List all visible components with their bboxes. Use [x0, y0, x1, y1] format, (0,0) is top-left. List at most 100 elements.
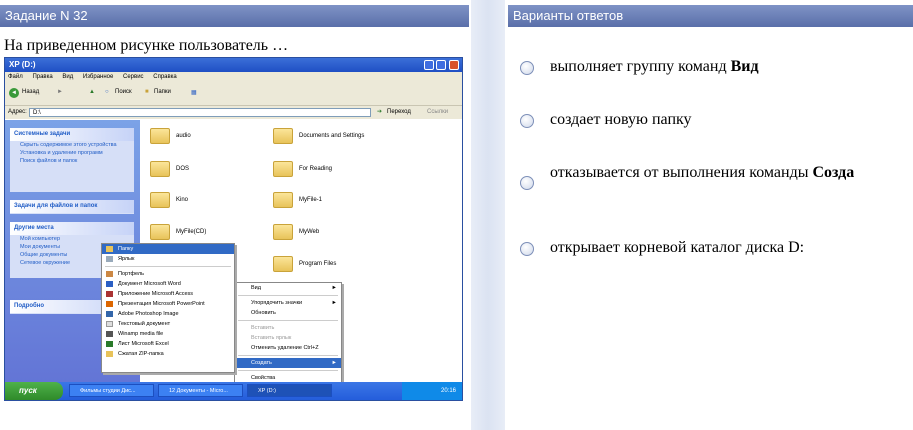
back-arrow-icon: ◄ [9, 88, 19, 98]
create-submenu: Папку Ярлык Портфель Документ Microsoft … [101, 243, 235, 373]
folder-icon [150, 192, 170, 208]
answer-option[interactable]: выполняет группу команд Вид [520, 58, 759, 76]
folder-icon [106, 246, 113, 252]
panel-title: Другие места [10, 222, 134, 235]
folder-item: MyWeb [273, 224, 319, 240]
window-title: XP (D:) [9, 60, 36, 69]
forward-arrow-icon: ► [57, 89, 63, 95]
radio-button[interactable] [520, 176, 534, 190]
context-menu-item: Вид ► [251, 285, 337, 291]
menu-help: Справка [153, 74, 177, 80]
context-menu: Вид ► Упорядочить значки ► Обновить Встави… [234, 282, 342, 387]
radio-button[interactable] [520, 61, 534, 75]
answer-option[interactable]: создает новую папку [520, 111, 692, 129]
submenu-item: Презентация Microsoft PowerPoint [102, 299, 234, 309]
submenu-item: Лист Microsoft Excel [102, 339, 234, 349]
powerpoint-icon [106, 301, 113, 307]
folder-icon [273, 161, 293, 177]
folder-item: MyFile-1 [273, 192, 322, 208]
window-titlebar: XP (D:) [5, 58, 462, 72]
folder-item: DOS [150, 161, 189, 177]
answer-label: открывает корневой каталог диска D: [550, 239, 805, 256]
radio-button[interactable] [520, 242, 534, 256]
folder-item: Program Files [273, 256, 336, 272]
question-header: Задание N 32 [0, 5, 469, 27]
folder-icon [273, 256, 293, 272]
context-menu-item: Упорядочить значки ► [251, 300, 337, 306]
folders-label: Папки [154, 89, 171, 95]
menu-view: Вид [62, 74, 74, 80]
context-menu-item: Обновить [251, 310, 276, 316]
access-icon [106, 291, 113, 297]
address-bar: Адрес: D:\ ➔ Переход Ссылки [5, 106, 462, 119]
folder-icon [273, 192, 293, 208]
panel-link: Установка и удаление программ [20, 150, 103, 156]
folder-item: MyFile(CD) [150, 224, 206, 240]
submenu-item: Сжатая ZIP-папка [102, 349, 234, 359]
links-label: Ссылки [427, 109, 449, 115]
submenu-item: Winamp media file [102, 329, 234, 339]
submenu-item: Папку [102, 244, 234, 254]
radio-button[interactable] [520, 114, 534, 128]
system-tasks-panel: Системные задачи Скрыть содержимое этого… [10, 128, 134, 192]
maximize-icon [436, 60, 446, 70]
folder-icon [150, 224, 170, 240]
answers-header: Варианты ответов [508, 5, 913, 27]
address-field: D:\ [29, 108, 371, 117]
submenu-item: Ярлык [102, 254, 234, 264]
menu-bar: Файл Правка Вид Избранное Сервис Справка [5, 72, 462, 83]
back-label: Назад [22, 89, 40, 95]
start-button: пуск [5, 382, 63, 400]
taskbar-task: XP (D:) [247, 384, 332, 397]
answer-label: выполняет группу команд Вид [550, 58, 759, 75]
folder-icon [150, 128, 170, 144]
folder-item: Kino [150, 192, 188, 208]
answer-option[interactable]: отказывается от выполнения команды Созда [520, 164, 854, 190]
zip-folder-icon [106, 351, 113, 357]
explorer-screenshot: XP (D:) Файл Правка Вид Избранное Сервис… [4, 57, 463, 401]
panel-link: Скрыть содержимое этого устройства [20, 142, 117, 148]
file-tasks-panel: Задачи для файлов и папок [10, 200, 134, 214]
toolbar: ◄ Назад ► ▲ ○ Поиск ■ Папки ▦ [5, 83, 462, 106]
answer-option[interactable]: открывает корневой каталог диска D: [520, 239, 804, 257]
panel-link: Поиск файлов и папок [20, 158, 78, 164]
submenu-item: Adobe Photoshop Image [102, 309, 234, 319]
text-file-icon [106, 321, 113, 327]
close-icon [449, 60, 459, 70]
folder-icon [150, 161, 170, 177]
taskbar: пуск Фильмы студии Дис... 12 Документы -… [5, 382, 462, 400]
taskbar-task: 12 Документы - Micro... [158, 384, 243, 397]
submenu-item: Приложение Microsoft Access [102, 289, 234, 299]
shortcut-icon [106, 256, 113, 262]
system-tray-clock: 20:16 [402, 382, 462, 400]
winamp-icon [106, 331, 113, 337]
address-label: Адрес: [8, 109, 27, 115]
views-icon: ▦ [191, 90, 197, 96]
go-icon: ➔ [377, 109, 383, 115]
answer-label: создает новую папку [550, 111, 692, 128]
context-menu-item: Отменить удаление Ctrl+Z [251, 345, 319, 351]
menu-edit: Правка [32, 74, 53, 80]
go-label: Переход [387, 109, 411, 115]
menu-file: Файл [8, 74, 23, 80]
photoshop-icon [106, 311, 113, 317]
panel-link: Мой компьютер [20, 236, 61, 242]
context-menu-item: Создать ► [235, 358, 341, 368]
menu-tools: Сервис [123, 74, 144, 80]
answer-label: отказывается от выполнения команды Созда [550, 164, 855, 181]
search-label: Поиск [115, 89, 132, 95]
submenu-item: Портфель [102, 269, 234, 279]
word-icon [106, 281, 113, 287]
folder-item: audio [150, 128, 191, 144]
minimize-icon [424, 60, 434, 70]
excel-icon [106, 341, 113, 347]
submenu-item: Документ Microsoft Word [102, 279, 234, 289]
panel-title: Задачи для файлов и папок [10, 200, 134, 213]
context-menu-item: Вставить ярлык [251, 335, 292, 341]
taskbar-task: Фильмы студии Дис... [69, 384, 154, 397]
submenu-item: Текстовый документ [102, 319, 234, 329]
folder-icon [273, 128, 293, 144]
folder-item: For Reading [273, 161, 332, 177]
folder-item: Documents and Settings [273, 128, 364, 144]
panel-title: Системные задачи [10, 128, 134, 141]
